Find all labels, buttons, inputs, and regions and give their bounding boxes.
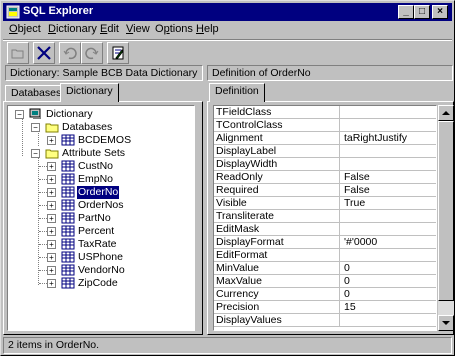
folder-icon: [45, 149, 59, 159]
property-row[interactable]: MinValue 0: [214, 262, 436, 275]
property-row[interactable]: Currency 0: [214, 288, 436, 301]
folder-icon: [11, 49, 24, 59]
properties-button[interactable]: [107, 42, 129, 64]
dictionary-icon: [29, 108, 41, 119]
property-name: MinValue: [216, 262, 340, 274]
property-name: Transliterate: [216, 210, 340, 222]
property-row[interactable]: DisplayFormat '#'0000: [214, 236, 436, 249]
attribute-set-icon: [61, 277, 75, 289]
property-value[interactable]: '#'0000: [344, 236, 377, 248]
property-row[interactable]: DisplayWidth: [214, 158, 436, 171]
attribute-set-icon: [61, 238, 75, 250]
attribute-set-icon: [61, 199, 75, 211]
property-name: DisplayLabel: [216, 145, 340, 157]
menu-help[interactable]: Help: [196, 23, 219, 35]
undo-button[interactable]: [59, 42, 81, 64]
attribute-set-icon: [61, 160, 75, 172]
property-row[interactable]: DisplayValues: [214, 314, 436, 327]
redo-icon: [85, 47, 99, 60]
arrow-down-icon: [442, 321, 450, 325]
maximize-button[interactable]: □: [414, 5, 430, 19]
property-row[interactable]: DisplayLabel: [214, 145, 436, 158]
property-value[interactable]: 0: [344, 262, 350, 274]
property-name: TFieldClass: [216, 106, 340, 118]
definition-scrollbar[interactable]: [438, 105, 454, 331]
attribute-set-icon: [61, 225, 75, 237]
database-icon: [61, 134, 75, 146]
open-button[interactable]: [7, 42, 29, 64]
redo-button[interactable]: [81, 42, 103, 64]
close-button[interactable]: ×: [432, 5, 448, 19]
scroll-thumb[interactable]: [438, 121, 454, 301]
property-row[interactable]: MaxValue 0: [214, 275, 436, 288]
main-window: SQL Explorer _ □ × Object Dictionary Edi…: [0, 0, 455, 356]
minimize-button[interactable]: _: [398, 5, 414, 19]
property-row[interactable]: TFieldClass: [214, 106, 436, 119]
property-name: MaxValue: [216, 275, 340, 287]
property-name: Precision: [216, 301, 340, 313]
delete-button[interactable]: [33, 42, 55, 64]
property-name: Visible: [216, 197, 340, 209]
property-name: DisplayValues: [216, 314, 340, 326]
window-title: SQL Explorer: [23, 5, 94, 17]
property-value[interactable]: False: [344, 184, 370, 196]
menu-bar: Object Dictionary Edit View Options Help: [3, 21, 452, 39]
left-panel-header: Dictionary: Sample BCB Data Dictionary: [5, 65, 203, 81]
property-name: Currency: [216, 288, 340, 300]
property-row[interactable]: Required False: [214, 184, 436, 197]
tab-databases[interactable]: Databases: [5, 85, 68, 102]
property-value[interactable]: 0: [344, 275, 350, 287]
property-value[interactable]: True: [344, 197, 365, 209]
folder-icon: [45, 123, 59, 133]
property-name: EditMask: [216, 223, 340, 235]
arrow-up-icon: [442, 111, 450, 115]
toolbar-separator: [3, 39, 452, 41]
status-bar: 2 items in OrderNo.: [3, 337, 452, 354]
property-name: TControlClass: [216, 119, 340, 131]
property-row[interactable]: EditMask: [214, 223, 436, 236]
property-value[interactable]: False: [344, 171, 370, 183]
property-value[interactable]: 0: [344, 288, 350, 300]
scroll-up-button[interactable]: [438, 105, 454, 121]
property-row[interactable]: Visible True: [214, 197, 436, 210]
menu-object[interactable]: Object: [9, 23, 41, 35]
scroll-down-button[interactable]: [438, 315, 454, 331]
attribute-set-icon: [61, 173, 75, 185]
menu-options[interactable]: Options: [155, 23, 193, 35]
property-value[interactable]: 15: [344, 301, 356, 313]
menu-view[interactable]: View: [126, 23, 150, 35]
property-row[interactable]: ReadOnly False: [214, 171, 436, 184]
property-row[interactable]: TControlClass: [214, 119, 436, 132]
property-row[interactable]: Transliterate: [214, 210, 436, 223]
property-name: EditFormat: [216, 249, 340, 261]
property-name: Alignment: [216, 132, 340, 144]
toolbar: [3, 42, 452, 64]
property-name: DisplayWidth: [216, 158, 340, 170]
title-bar[interactable]: SQL Explorer _ □ ×: [3, 3, 452, 21]
attribute-set-icon: [61, 212, 75, 224]
delete-x-icon: [37, 46, 51, 60]
definition-grid[interactable]: TFieldClass TControlClass Alignment taRight…: [213, 105, 437, 331]
tab-dictionary[interactable]: Dictionary: [60, 83, 119, 102]
attribute-set-icon: [61, 251, 75, 263]
property-row[interactable]: Precision 15: [214, 301, 436, 314]
property-row[interactable]: Alignment taRightJustify: [214, 132, 436, 145]
undo-icon: [63, 47, 77, 60]
document-edit-icon: [112, 46, 124, 60]
attribute-set-icon: [61, 186, 75, 198]
dictionary-tree[interactable]: − Dictionary − Databases + BCDEMOS − Att…: [7, 105, 195, 331]
right-panel-header: Definition of OrderNo: [207, 65, 453, 81]
property-name: ReadOnly: [216, 171, 340, 183]
property-row[interactable]: EditFormat: [214, 249, 436, 262]
tab-definition[interactable]: Definition: [209, 83, 265, 102]
app-icon: [6, 5, 20, 19]
property-name: DisplayFormat: [216, 236, 340, 248]
menu-edit[interactable]: Edit: [100, 23, 119, 35]
menu-dictionary[interactable]: Dictionary: [48, 23, 97, 35]
property-value[interactable]: taRightJustify: [344, 132, 407, 144]
property-name: Required: [216, 184, 340, 196]
attribute-set-icon: [61, 264, 75, 276]
